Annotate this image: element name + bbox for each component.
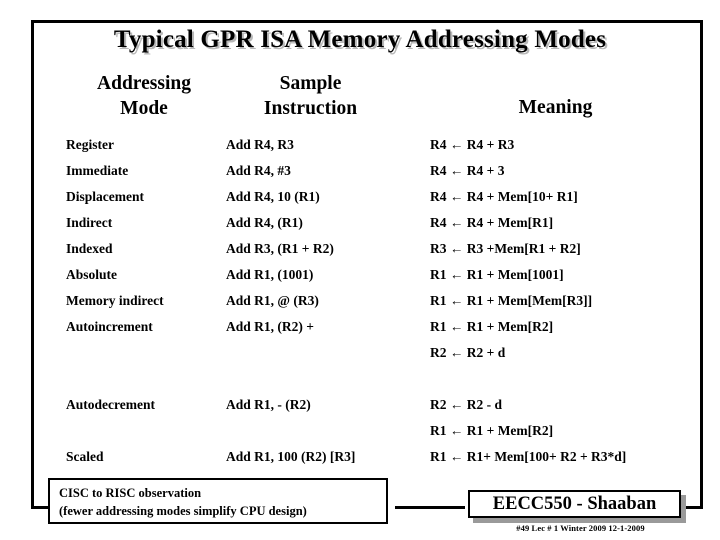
table-row: Displacement Add R4, 10 (R1) R4 ← R4 + Mem… xyxy=(31,189,703,215)
cell-addressing-mode: Register xyxy=(66,137,114,152)
cell-addressing-mode: Displacement xyxy=(66,189,144,204)
cisc-observation-line2: (fewer addressing modes simplify CPU des… xyxy=(59,504,307,519)
course-badge: EECC550 - Shaaban xyxy=(468,490,681,518)
cell-sample-instruction: Add R4, (R1) xyxy=(226,215,303,230)
cell-meaning: R1 ← R1 + Mem[Mem[R3]] xyxy=(430,293,593,308)
table-row: Indexed Add R3, (R1 + R2) R3 ← R3 +Mem[R1 … xyxy=(31,241,703,267)
page-title: Typical GPR ISA Memory Addressing Modes xyxy=(113,26,607,53)
cell-sample-instruction: Add R1, (R2) + xyxy=(226,319,314,334)
cell-meaning: R1 ← R1 + Mem[1001] xyxy=(430,267,564,282)
cell-meaning: R3 ← R3 +Mem[R1 + R2] xyxy=(430,241,581,256)
cell-sample-instruction: Add R1, - (R2) xyxy=(226,397,311,412)
table-row: Scaled Add R1, 100 (R2) [R3] R1 ← R1+ Mem[… xyxy=(31,449,703,475)
table-row: R1 ← R1 + Mem[R2] xyxy=(31,423,703,449)
cisc-to-risc-observation-box: CISC to RISC observation (fewer addressi… xyxy=(48,478,388,524)
column-header-sample-instruction-line1: Sample xyxy=(279,73,342,94)
addressing-modes-table: Register Add R4, R3 R4 ← R4 + R3 Immediate A… xyxy=(31,137,703,475)
cell-addressing-mode: Indexed xyxy=(66,241,113,256)
cell-meaning: R1 ← R1 + Mem[R2] xyxy=(430,319,554,334)
cell-addressing-mode: Memory indirect xyxy=(66,293,164,308)
table-row: Memory indirect Add R1, @ (R3) R1 ← R1 + M… xyxy=(31,293,703,319)
table-header: Addressing Mode Sample Instruction Meani… xyxy=(31,72,703,128)
cell-meaning: R4 ← R4 + Mem[10+ R1] xyxy=(430,189,578,204)
cell-meaning: R4 ← R4 + 3 xyxy=(430,163,505,178)
column-header-sample-instruction-line2: Instruction xyxy=(263,97,358,119)
table-row: Immediate Add R4, #3 R4 ← R4 + 3 xyxy=(31,163,703,189)
table-row: Register Add R4, R3 R4 ← R4 + R3 xyxy=(31,137,703,163)
cell-addressing-mode: Autodecrement xyxy=(66,397,155,412)
table-row xyxy=(31,371,703,397)
cell-sample-instruction: Add R1, (1001) xyxy=(226,267,314,282)
table-row: Autoincrement Add R1, (R2) + R1 ← R1 + Mem… xyxy=(31,319,703,345)
course-footnote: #49 Lec # 1 Winter 2009 12-1-2009 xyxy=(516,523,645,533)
cell-meaning: R1 ← R1 + Mem[R2] xyxy=(430,423,554,438)
column-header-meaning: Meaning xyxy=(518,97,593,118)
cell-addressing-mode: Scaled xyxy=(66,449,104,464)
course-badge-group: EECC550 - Shaaban xyxy=(468,490,686,523)
cisc-observation-line1: CISC to RISC observation xyxy=(59,486,202,500)
cell-addressing-mode: Absolute xyxy=(66,267,118,282)
cell-meaning: R2 ← R2 - d xyxy=(430,397,503,412)
cell-addressing-mode: Indirect xyxy=(66,215,113,230)
table-row: Autodecrement Add R1, - (R2) R2 ← R2 - d xyxy=(31,397,703,423)
cell-meaning: R4 ← R4 + R3 xyxy=(430,137,515,152)
cell-meaning: R2 ← R2 + d xyxy=(430,345,506,360)
cell-addressing-mode: Autoincrement xyxy=(66,319,153,334)
cell-sample-instruction: Add R4, 10 (R1) xyxy=(226,189,320,204)
cell-meaning: R1 ← R1+ Mem[100+ R2 + R3*d] xyxy=(430,449,627,464)
cell-addressing-mode: Immediate xyxy=(66,163,129,178)
cell-meaning: R4 ← R4 + Mem[R1] xyxy=(430,215,554,230)
cell-sample-instruction: Add R4, R3 xyxy=(226,137,294,152)
table-row: R2 ← R2 + d xyxy=(31,345,703,371)
cell-sample-instruction: Add R1, 100 (R2) [R3] xyxy=(226,449,356,464)
table-row: Absolute Add R1, (1001) R1 ← R1 + Mem[1001… xyxy=(31,267,703,293)
table-row: Indirect Add R4, (R1) R4 ← R4 + Mem[R1] xyxy=(31,215,703,241)
column-header-sample-instruction: Sample Instruction xyxy=(203,72,418,122)
cell-sample-instruction: Add R3, (R1 + R2) xyxy=(226,241,334,256)
cell-sample-instruction: Add R1, @ (R3) xyxy=(226,293,319,308)
cell-sample-instruction: Add R4, #3 xyxy=(226,163,291,178)
